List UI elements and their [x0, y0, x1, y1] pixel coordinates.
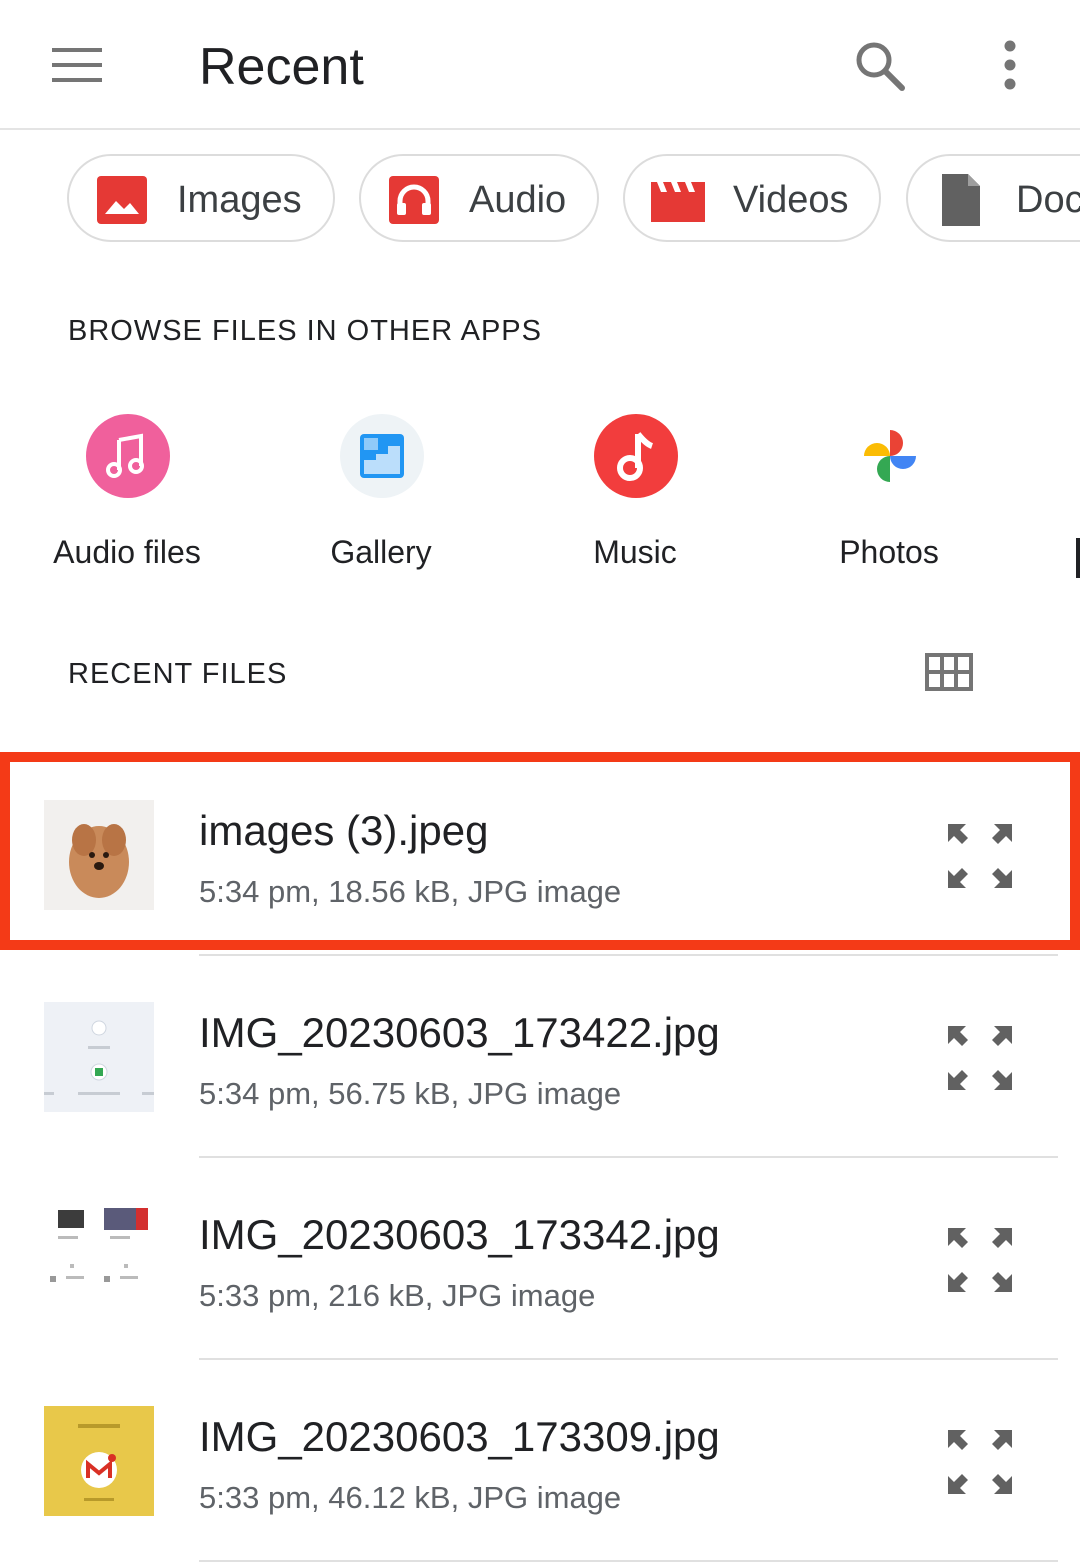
file-meta: 5:33 pm, 216 kB, JPG image	[199, 1278, 596, 1313]
app-photos[interactable]: Photos	[762, 414, 1016, 584]
file-name: IMG_20230603_173342.jpg	[199, 1211, 720, 1258]
app-label-cutoff	[1076, 538, 1080, 578]
other-apps-row: Audio files Gallery Music Photos	[0, 414, 1080, 594]
file-row[interactable]: IMG_20230603_173309.jpg 5:33 pm, 46.12 k…	[0, 1358, 1080, 1562]
chip-label: Audio	[469, 179, 567, 221]
search-icon[interactable]	[848, 34, 912, 98]
divider	[199, 1560, 1058, 1562]
file-name: IMG_20230603_173422.jpg	[199, 1009, 720, 1056]
app-label: Gallery	[330, 534, 432, 570]
chip-videos[interactable]: Videos	[623, 154, 881, 242]
more-options-icon[interactable]	[990, 34, 1030, 98]
app-label: Music	[593, 534, 677, 570]
chip-audio[interactable]: Audio	[359, 154, 599, 242]
app-label: Photos	[839, 534, 939, 570]
browse-section-title: BROWSE FILES IN OTHER APPS	[68, 315, 542, 347]
file-thumbnail	[44, 800, 154, 910]
file-name: IMG_20230603_173309.jpg	[199, 1413, 720, 1460]
chip-documents[interactable]: Doc	[906, 154, 1080, 242]
expand-icon[interactable]	[944, 1224, 1016, 1296]
app-bar: Recent	[0, 0, 1080, 130]
page-title: Recent	[199, 38, 364, 96]
file-name: images (3).jpeg	[199, 807, 489, 854]
hamburger-menu-icon[interactable]	[48, 40, 106, 90]
recent-section-title: RECENT FILES	[68, 658, 288, 690]
app-gallery[interactable]: Gallery	[254, 414, 508, 584]
expand-icon[interactable]	[944, 1022, 1016, 1094]
document-icon	[934, 174, 988, 226]
music-app-icon	[594, 414, 678, 498]
chip-images[interactable]: Images	[67, 154, 335, 242]
pinwheel-icon	[848, 414, 932, 498]
music-note-icon	[86, 414, 170, 498]
clapperboard-icon	[651, 174, 705, 226]
chip-label: Doc	[1016, 179, 1080, 221]
divider	[199, 1358, 1058, 1360]
file-meta: 5:34 pm, 56.75 kB, JPG image	[199, 1076, 622, 1111]
file-row[interactable]: IMG_20230603_173422.jpg 5:34 pm, 56.75 k…	[0, 954, 1080, 1154]
divider	[199, 1156, 1058, 1158]
app-audio-files[interactable]: Audio files	[0, 414, 254, 584]
gallery-icon	[340, 414, 424, 498]
file-row[interactable]: images (3).jpeg 5:34 pm, 18.56 kB, JPG i…	[0, 752, 1080, 952]
chip-label: Videos	[733, 179, 849, 221]
chip-label: Images	[177, 179, 302, 221]
expand-icon[interactable]	[944, 1426, 1016, 1498]
expand-icon[interactable]	[944, 820, 1016, 892]
category-chips: Images Audio Videos Doc	[0, 154, 1080, 244]
file-meta: 5:33 pm, 46.12 kB, JPG image	[199, 1480, 622, 1515]
divider	[199, 954, 1058, 956]
file-row[interactable]: IMG_20230603_173342.jpg 5:33 pm, 216 kB,…	[0, 1156, 1080, 1356]
headphones-icon	[387, 174, 441, 226]
file-thumbnail	[44, 1204, 154, 1314]
file-meta: 5:34 pm, 18.56 kB, JPG image	[199, 874, 622, 909]
file-thumbnail	[44, 1406, 154, 1516]
image-icon	[95, 174, 149, 226]
app-label: Audio files	[53, 534, 201, 570]
grid-view-icon[interactable]	[924, 652, 974, 692]
file-thumbnail	[44, 1002, 154, 1112]
app-music[interactable]: Music	[508, 414, 762, 584]
